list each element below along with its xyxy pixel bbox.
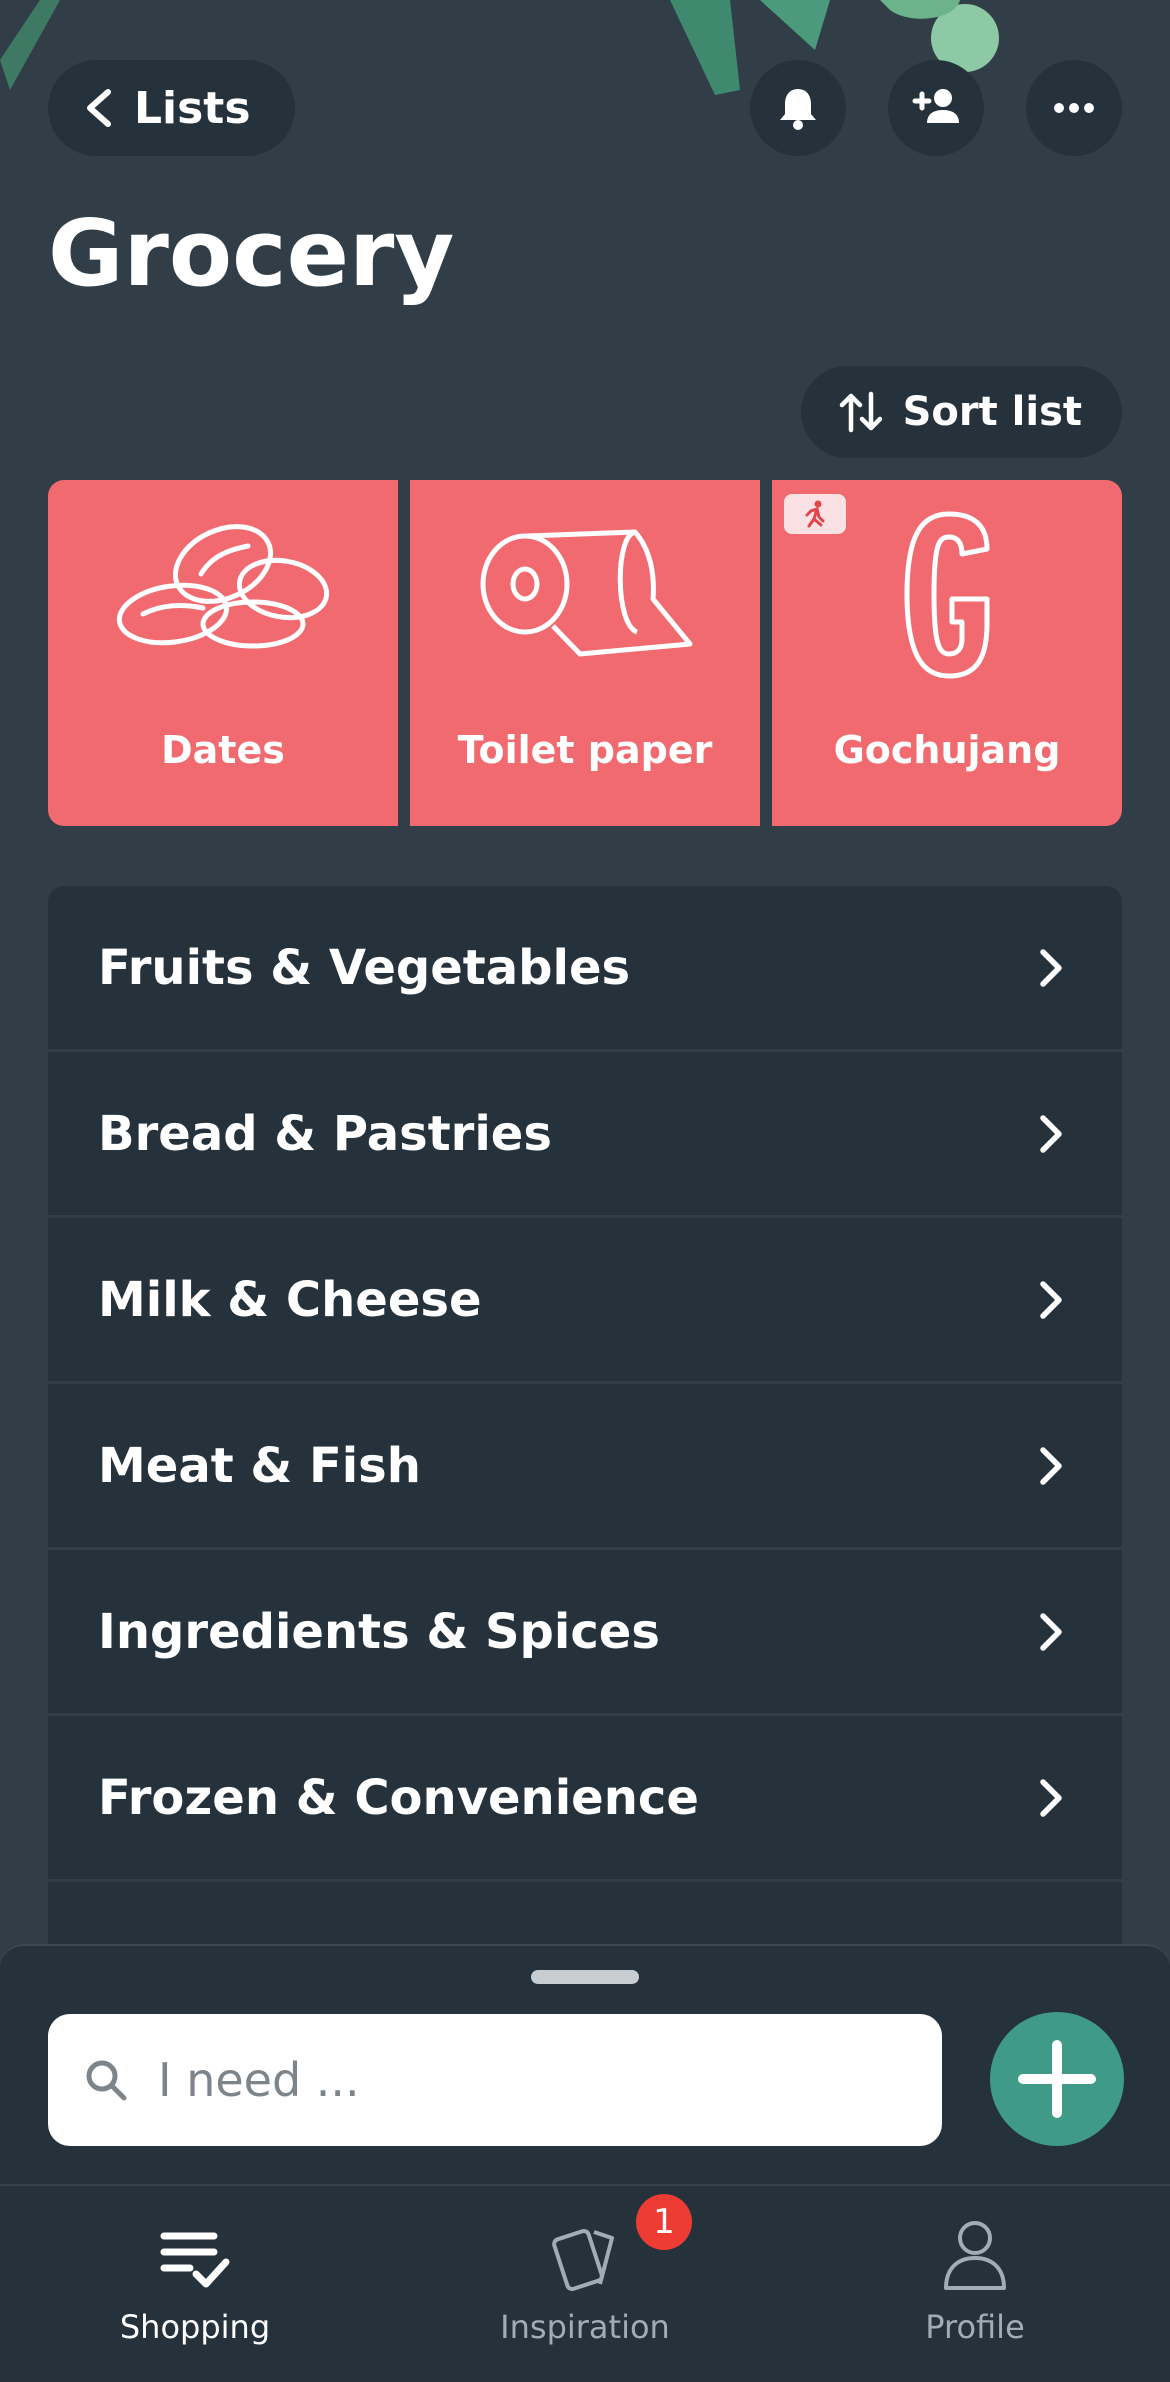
dates-icon [116,524,330,649]
chevron-right-icon [1040,948,1062,987]
item-tile-dates[interactable]: Dates [48,480,398,826]
tile-label: Dates [161,728,285,772]
sort-icon [839,391,882,433]
toilet-paper-icon [480,529,693,657]
profile-icon [944,2221,1006,2290]
tab-shopping[interactable]: Shopping [0,2186,390,2382]
chevron-right-icon [1040,1446,1062,1485]
add-item-sheet [0,1944,1170,2186]
add-item-button[interactable] [990,2012,1124,2146]
item-search-input[interactable] [156,2052,920,2108]
category-label: Frozen & Convenience [98,1769,699,1826]
chevron-right-icon [1040,1280,1062,1319]
tile-label: Gochujang [833,728,1061,772]
bell-icon [780,89,816,130]
tab-inspiration[interactable]: 1 Inspiration [390,2186,780,2382]
tab-label: Shopping [119,2308,271,2346]
tab-label: Profile [925,2308,1025,2346]
chevron-right-icon [1040,1778,1062,1817]
tile-label: Toilet paper [457,728,713,772]
more-icon [1054,103,1094,113]
cards-icon [552,2229,614,2291]
chevron-right-icon [1040,1114,1062,1153]
letter-g-icon [904,511,990,679]
add-user-icon [912,89,959,123]
category-row-bread-pastries[interactable]: Bread & Pastries [48,1052,1122,1218]
search-box[interactable] [48,2014,942,2146]
sort-label: Sort list [902,389,1082,435]
chevron-right-icon [1040,1612,1062,1651]
more-options-button[interactable] [1026,60,1122,156]
category-label: Ingredients & Spices [98,1603,660,1660]
tab-label: Inspiration [500,2308,670,2346]
notifications-button[interactable] [750,60,846,156]
category-label: Milk & Cheese [98,1271,482,1328]
chevron-left-icon [87,89,111,127]
search-icon [86,2060,127,2101]
category-row-fruits-vegetables[interactable]: Fruits & Vegetables [48,886,1122,1052]
category-label: Meat & Fish [98,1437,421,1494]
category-row-frozen-convenience[interactable]: Frozen & Convenience [48,1716,1122,1882]
item-tile-toilet-paper[interactable]: Toilet paper [410,480,760,826]
sort-list-button[interactable]: Sort list [800,366,1122,458]
category-row-milk-cheese[interactable]: Milk & Cheese [48,1218,1122,1384]
plus-icon [1018,2040,1096,2118]
category-label: Fruits & Vegetables [98,939,631,996]
shopping-list-icon [160,2232,230,2288]
notification-badge: 1 [636,2194,692,2250]
category-row-ingredients-spices[interactable]: Ingredients & Spices [48,1550,1122,1716]
tab-profile[interactable]: Profile [780,2186,1170,2382]
category-label: Bread & Pastries [98,1105,552,1162]
bottom-tab-bar: Shopping 1 Inspiration Profile [0,2184,1170,2382]
category-row-meat-fish[interactable]: Meat & Fish [48,1384,1122,1550]
running-person-icon [805,500,825,528]
category-list: Fruits & Vegetables Bread & Pastries Mil… [48,886,1122,1946]
page-title: Grocery [48,200,455,307]
back-label: Lists [134,82,251,134]
sheet-drag-handle[interactable] [531,1970,639,1984]
back-to-lists-button[interactable]: Lists [48,60,295,156]
item-tile-gochujang[interactable]: Gochujang [772,480,1122,826]
share-list-button[interactable] [888,60,984,156]
